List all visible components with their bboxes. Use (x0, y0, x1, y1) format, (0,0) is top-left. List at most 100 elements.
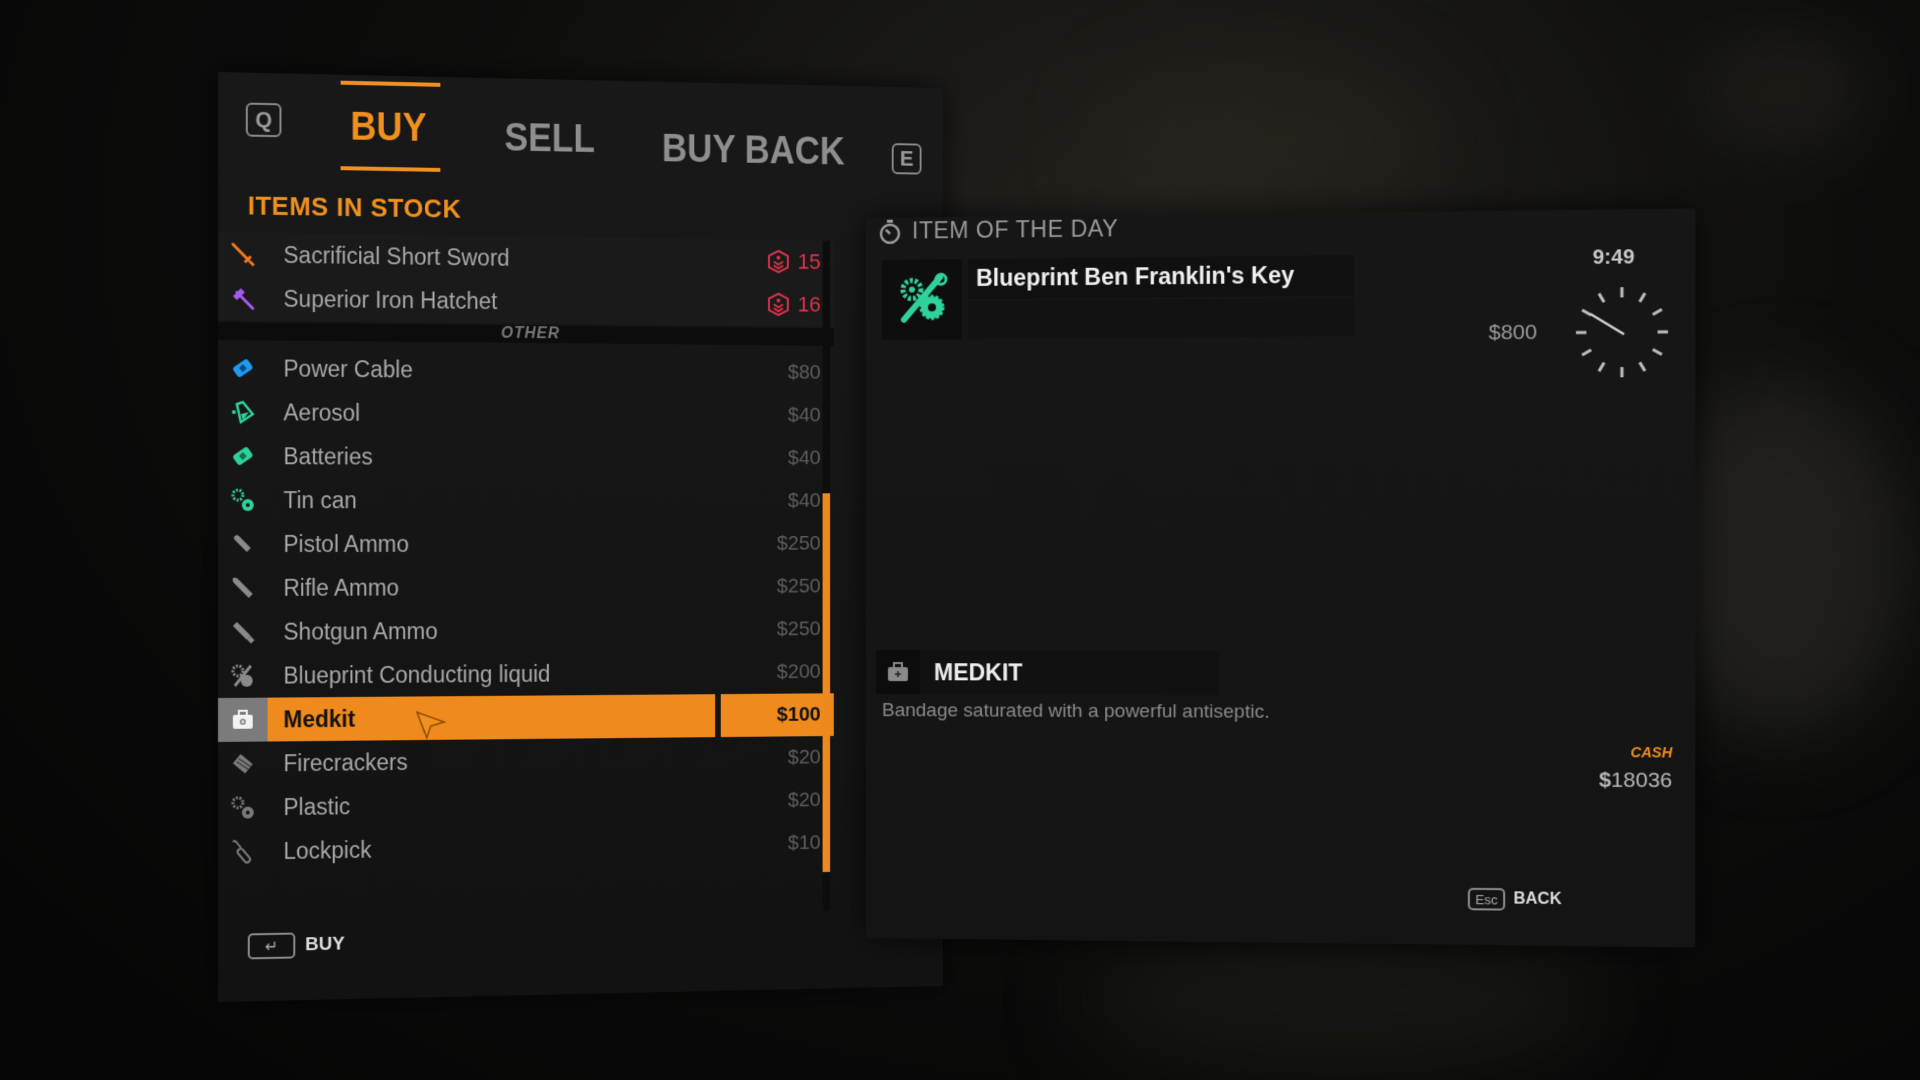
details-panel: ITEM OF THE DAY Blueprint Ben Franklin's… (866, 208, 1696, 948)
list-item[interactable]: Batteries $40 (218, 434, 834, 480)
tab-bar: Q BUY SELL BUY BACK E (218, 72, 943, 185)
item-price: $250 (776, 617, 821, 641)
stock-list: Sacrificial Short Sword 15 Superior Iron… (218, 232, 834, 874)
rank-value: 15 (797, 249, 821, 274)
medkit-icon (232, 710, 253, 729)
list-item[interactable]: Shotgun Ammo $250 (218, 608, 834, 654)
active-tab-indicator-bottom (340, 166, 441, 172)
item-price: $250 (776, 532, 821, 555)
item-of-the-day-name[interactable]: Blueprint Ben Franklin's Key (976, 262, 1294, 292)
blueprint-icon (231, 665, 253, 688)
item-of-the-day-bar (968, 297, 1355, 340)
item-of-the-day-title: ITEM OF THE DAY (911, 215, 1119, 244)
item-name: Aerosol (283, 398, 361, 426)
batteries-icon (233, 447, 253, 466)
sword-icon (231, 242, 256, 267)
tab-buy-back[interactable]: BUY BACK (662, 127, 845, 174)
selected-item-name: MEDKIT (933, 658, 1023, 686)
item-price: $20 (787, 745, 821, 769)
item-name: Sacrificial Short Sword (283, 241, 510, 271)
tab-sell[interactable]: SELL (504, 116, 595, 162)
item-name: Batteries (283, 442, 373, 470)
background-blur (1100, 60, 1440, 220)
item-name: Plastic (283, 792, 351, 820)
item-price: $10 (787, 831, 821, 855)
list-item[interactable]: Sacrificial Short Sword 15 (218, 232, 834, 284)
shop-list-panel: Q BUY SELL BUY BACK E ITEMS IN STOCK Sac… (218, 72, 943, 1002)
item-name: Pistol Ammo (283, 530, 410, 557)
list-item[interactable]: Lockpick $10 (218, 821, 834, 874)
cash-value: 18036 (1611, 768, 1673, 793)
buy-button[interactable]: ↵ BUY (247, 932, 345, 960)
item-name: Shotgun Ammo (283, 617, 438, 645)
item-price: $250 (776, 574, 821, 598)
power-cable-icon (233, 359, 253, 378)
clock-tick (1653, 309, 1662, 314)
blueprint-icon (894, 271, 950, 328)
item-name: Blueprint Conducting liquid (283, 660, 551, 689)
list-item[interactable]: Superior Iron Hatchet 16 (218, 276, 834, 327)
item-price: $40 (787, 489, 821, 512)
item-price: $80 (787, 360, 821, 384)
stopwatch-icon (879, 219, 900, 244)
list-item[interactable]: Rifle Ammo $250 (218, 565, 834, 610)
clock-icon (1570, 281, 1675, 384)
item-price: $200 (776, 660, 821, 683)
esc-key-icon: Esc (1467, 887, 1506, 911)
tab-buy[interactable]: BUY (350, 105, 426, 151)
list-item[interactable]: Aerosol $40 (218, 390, 834, 437)
item-price: $20 (787, 788, 821, 812)
selected-item-description: Bandage saturated with a powerful antise… (881, 700, 1270, 723)
item-name: Superior Iron Hatchet (283, 285, 498, 314)
item-of-the-day-header: ITEM OF THE DAY (878, 215, 1118, 245)
clock-tick (1640, 293, 1645, 302)
scrollbar-thumb[interactable] (822, 493, 831, 873)
clock-tick (1582, 310, 1591, 315)
item-name: Rifle Ammo (283, 574, 400, 601)
list-item-selected[interactable]: Medkit $100 (218, 693, 834, 742)
item-of-the-day-icon-box[interactable] (881, 259, 963, 340)
selected-item-header: MEDKIT (875, 650, 1220, 696)
back-button[interactable]: Esc BACK (1467, 887, 1562, 911)
firecrackers-icon (232, 754, 257, 774)
item-price: $40 (787, 446, 821, 470)
item-name: Lockpick (283, 836, 372, 864)
item-name: Firecrackers (283, 748, 408, 776)
list-item[interactable]: Blueprint Conducting liquid $200 (218, 651, 834, 698)
cursor-pointer-icon (415, 708, 446, 740)
list-item[interactable]: Tin can $40 (218, 478, 834, 522)
lockpick-icon (232, 840, 257, 865)
back-label: BACK (1513, 890, 1562, 909)
item-of-the-day-price: $800 (1488, 320, 1538, 345)
next-tab-key[interactable]: E (891, 143, 922, 175)
cash-label: CASH (1630, 743, 1673, 761)
category-divider: OTHER (218, 322, 834, 346)
rank-badge-icon (768, 250, 789, 274)
list-item[interactable]: Pistol Ammo $250 (218, 522, 834, 566)
list-item[interactable]: Power Cable $80 (218, 346, 834, 394)
currency-symbol: $ (1598, 768, 1612, 792)
item-name: Tin can (283, 486, 357, 513)
clock-tick (1582, 350, 1591, 355)
list-item[interactable]: Firecrackers $20 (218, 736, 834, 786)
time-remaining: 9:49 (1592, 246, 1635, 270)
rank-requirement: 16 (721, 291, 834, 318)
item-price: $40 (787, 403, 821, 427)
clock-tick (1640, 362, 1645, 371)
item-price: $100 (720, 693, 834, 738)
shell-icon (233, 622, 257, 646)
gears-icon (231, 489, 255, 512)
aerosol-icon (232, 401, 256, 425)
enter-key-icon: ↵ (247, 932, 296, 960)
rank-value: 16 (797, 291, 821, 317)
rank-requirement: 15 (721, 248, 834, 275)
clock-tick (1653, 349, 1662, 354)
section-title: ITEMS IN STOCK (247, 190, 462, 224)
active-tab-indicator-top (340, 80, 441, 87)
buy-label: BUY (305, 933, 345, 956)
prev-tab-key[interactable]: Q (245, 102, 282, 138)
item-name: Power Cable (283, 355, 413, 382)
medkit-icon (887, 661, 908, 682)
item-name: Medkit (283, 705, 356, 732)
background-blur (1700, 30, 1880, 150)
